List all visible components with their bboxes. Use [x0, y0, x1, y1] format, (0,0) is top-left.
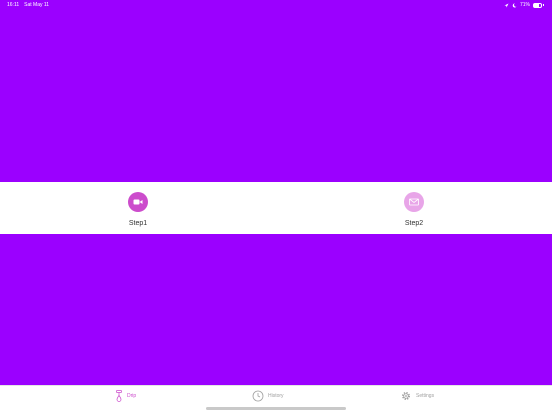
battery-cap	[543, 4, 544, 6]
battery-fill	[534, 3, 539, 7]
tab-history-label: History	[268, 393, 284, 399]
tab-settings[interactable]: Settings	[400, 390, 434, 402]
status-right: 71%	[504, 2, 544, 8]
clock-icon	[252, 390, 264, 402]
step-2-button[interactable]	[404, 192, 424, 212]
home-indicator	[206, 407, 346, 410]
envelope-icon	[409, 198, 419, 206]
video-camera-icon	[133, 199, 143, 205]
tab-drip[interactable]: Drip	[115, 390, 136, 402]
step-1-button[interactable]	[128, 192, 148, 212]
drip-icon	[116, 390, 122, 402]
status-left: 16:11 Sat May 11	[7, 2, 49, 8]
location-icon	[504, 3, 509, 7]
battery-icon	[533, 2, 542, 8]
step-2[interactable]: Step2	[384, 182, 444, 227]
step-2-label: Step2	[404, 220, 424, 227]
tab-settings-label: Settings	[416, 393, 435, 399]
step-1[interactable]: Step1	[108, 182, 168, 227]
status-date: Sat May 11	[24, 2, 50, 8]
moon-icon	[512, 2, 517, 7]
steps-band: Step1 Step2	[0, 182, 552, 234]
battery-percent: 71%	[519, 2, 530, 8]
status-time: 16:11	[7, 2, 20, 8]
tab-drip-label: Drip	[127, 393, 137, 399]
gear-icon	[402, 392, 410, 400]
status-bar: 16:11 Sat May 11 71%	[0, 0, 552, 12]
step-1-label: Step1	[128, 220, 148, 227]
tab-history[interactable]: History	[252, 390, 284, 402]
